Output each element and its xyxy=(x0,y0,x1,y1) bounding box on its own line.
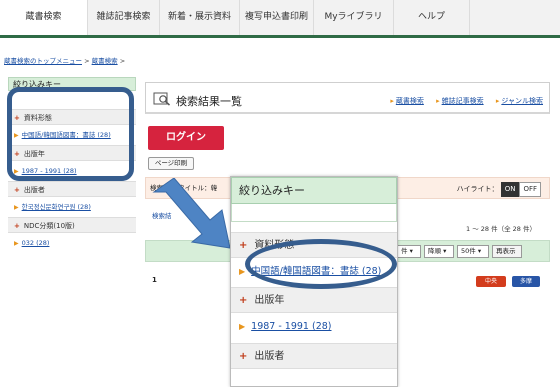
tab-my-library[interactable]: Myライブラリ xyxy=(314,0,394,35)
login-button[interactable]: ログイン xyxy=(148,126,224,150)
breadcrumb-home-link[interactable]: 蔵書検索のトップメニュー xyxy=(4,57,82,65)
sort-field-select[interactable]: 件 ▾ xyxy=(397,245,421,258)
zoom-section-publisher[interactable]: + 出版者 xyxy=(231,343,397,369)
results-header: 検索結果一覧 ▸ 蔵書検索 ▸ 雑誌記事検索 ▸ ジャンル検索 xyxy=(145,82,550,114)
tab-magazine-article-search[interactable]: 雑誌記事検索 xyxy=(88,0,160,35)
tab-new-exhibit-materials[interactable]: 新着・展示資料 xyxy=(160,0,240,35)
zoom-panel-title: 絞り込みキー xyxy=(231,177,397,204)
link-magazine-search[interactable]: ▸ 雑誌記事検索 xyxy=(436,97,484,105)
sidebar-item-ndc-032[interactable]: ▶ 032 (28) xyxy=(8,233,136,253)
tab-holdings-search[interactable]: 蔵書検索 xyxy=(0,0,88,35)
breadcrumb-current[interactable]: 蔵書検索 xyxy=(92,57,118,65)
sidebar-section-ndc[interactable]: + NDC分類(10版) xyxy=(8,217,136,233)
highlight-label: ハイライト： xyxy=(456,185,499,193)
tab-help[interactable]: ヘルプ xyxy=(394,0,470,35)
highlight-off-button[interactable]: OFF xyxy=(519,182,541,197)
search-links: ▸ 蔵書検索 ▸ 雑誌記事検索 ▸ ジャンル検索 xyxy=(380,96,543,106)
page-number[interactable]: 1 xyxy=(152,276,157,284)
sort-order-select[interactable]: 降順 ▾ xyxy=(424,245,454,258)
plus-icon: + xyxy=(14,222,20,230)
triangle-right-icon: ▶ xyxy=(14,240,19,247)
sidebar-section-publisher[interactable]: + 出版者 xyxy=(8,181,136,197)
highlight-oval-annotation xyxy=(245,239,397,289)
search-results-icon xyxy=(153,92,170,106)
print-page-button[interactable]: ページ印刷 xyxy=(148,157,194,170)
highlight-on-button[interactable]: ON xyxy=(500,182,520,197)
highlight-rounded-rect-annotation xyxy=(7,87,134,181)
link-holdings-search[interactable]: ▸ 蔵書検索 xyxy=(390,97,424,105)
plus-icon: + xyxy=(239,240,248,251)
breadcrumb: 蔵書検索のトップメニュー > 蔵書検索 > xyxy=(4,55,125,65)
redisplay-button[interactable]: 再表示 xyxy=(492,245,522,258)
page-title: 検索結果一覧 xyxy=(176,95,242,108)
tab-copy-request-print[interactable]: 複写申込書印刷 xyxy=(240,0,314,35)
plus-icon: + xyxy=(239,295,248,306)
triangle-right-icon: ▶ xyxy=(239,267,246,276)
top-nav-tabs: 蔵書検索 雑誌記事検索 新着・展示資料 複写申込書印刷 Myライブラリ ヘルプ xyxy=(0,0,560,38)
plus-icon: + xyxy=(239,351,248,362)
triangle-right-icon: ▶ xyxy=(14,204,19,211)
location-badge-tama: 多摩 xyxy=(512,276,540,287)
plus-icon: + xyxy=(14,186,20,194)
sidebar-item-publisher[interactable]: ▶ 한국정신문화연구원 (28) xyxy=(8,197,136,217)
location-badge-central: 中央 xyxy=(476,276,506,287)
zoom-section-publication-year[interactable]: + 出版年 xyxy=(231,287,397,313)
page-size-select[interactable]: 50件 ▾ xyxy=(457,245,489,258)
zoom-item-year-range[interactable]: ▶ 1987 - 1991 (28) xyxy=(231,313,397,341)
link-genre-search[interactable]: ▸ ジャンル検索 xyxy=(496,97,543,105)
triangle-right-icon: ▶ xyxy=(239,322,246,331)
breadcrumb-tail: > xyxy=(119,57,126,65)
breadcrumb-separator: > xyxy=(84,57,90,65)
result-count: 1 ～ 28 件（全 28 件） xyxy=(466,225,537,233)
highlight-toggle: ハイライト： ON OFF xyxy=(457,182,541,197)
